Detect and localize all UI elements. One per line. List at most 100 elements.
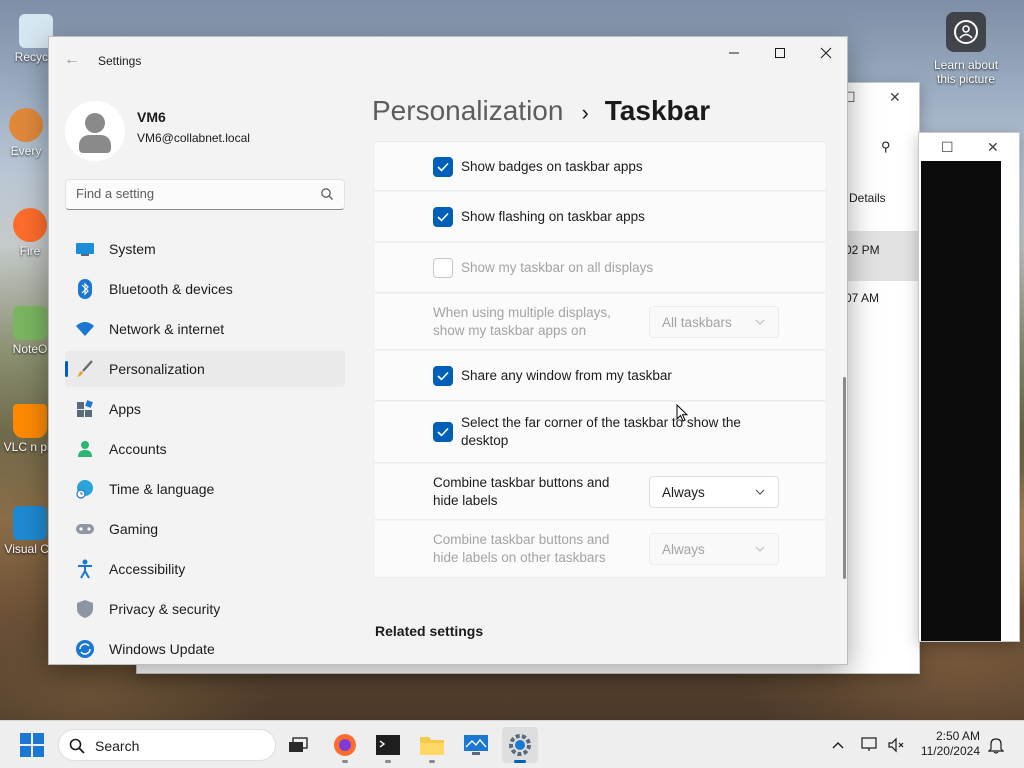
learn-about-picture[interactable]: Learn about this picture: [926, 12, 1006, 86]
checkbox-unchecked: [433, 258, 453, 278]
desktop-icon-label: Every: [10, 144, 42, 158]
related-settings-heading: Related settings: [375, 623, 484, 639]
running-indicator: [385, 760, 391, 763]
setting-row-combine: Combine taskbar buttons and hide labels …: [375, 464, 825, 520]
brush-icon: [75, 359, 95, 379]
file-explorer-icon: [420, 737, 444, 755]
checkmark-icon: [437, 371, 449, 381]
app-title: Settings: [98, 54, 142, 68]
setting-row-share-window[interactable]: Share any window from my taskbar: [375, 351, 825, 401]
setting-label: Show flashing on taskbar apps: [461, 209, 645, 224]
shield-icon: [75, 599, 95, 619]
setting-label-line1: Combine taskbar buttons and: [433, 475, 610, 490]
sidebar-item-personalization[interactable]: Personalization: [65, 351, 345, 387]
setting-row-badges[interactable]: Show badges on taskbar apps: [375, 141, 825, 191]
sidebar-item-label: Windows Update: [109, 641, 215, 657]
sidebar-item-accounts[interactable]: Accounts: [65, 431, 345, 467]
checkbox-checked[interactable]: [433, 157, 453, 177]
desktop-icon-label: NoteO: [12, 342, 48, 356]
details-label: Details: [849, 191, 886, 205]
wifi-icon: [75, 319, 95, 339]
setting-row-far-corner[interactable]: Select the far corner of the taskbar to …: [375, 402, 825, 463]
sidebar-item-label: Time & language: [109, 481, 215, 497]
sidebar-item-gaming[interactable]: Gaming: [65, 511, 345, 547]
taskbar-terminal[interactable]: [370, 727, 406, 763]
sidebar-item-time-language[interactable]: Time & language: [65, 471, 345, 507]
multi-display-dropdown: All taskbars: [649, 306, 779, 338]
combine-buttons-dropdown[interactable]: Always: [649, 476, 779, 508]
monitor-app-icon: [464, 735, 488, 755]
checkbox-checked[interactable]: [433, 422, 453, 442]
setting-label-line1: When using multiple displays,: [433, 305, 611, 320]
combine-other-dropdown: Always: [649, 533, 779, 565]
minimize-button[interactable]: [711, 37, 757, 69]
camera-icon: [946, 12, 986, 52]
setting-label-line2: desktop: [461, 433, 509, 448]
checkmark-icon: [437, 427, 449, 437]
breadcrumb-parent[interactable]: Personalization: [372, 95, 563, 127]
close-button[interactable]: [803, 37, 847, 69]
sidebar-item-label: Bluetooth & devices: [109, 281, 233, 297]
taskbar-task-view[interactable]: [280, 727, 316, 763]
chevron-up-icon: [832, 742, 844, 749]
search-input[interactable]: [76, 186, 306, 201]
breadcrumb: Personalization › Taskbar: [372, 95, 710, 131]
title-bar[interactable]: ← Settings: [49, 37, 847, 85]
taskbar-search[interactable]: Search: [58, 729, 276, 761]
search-icon: [321, 188, 333, 200]
taskbar-firefox[interactable]: [327, 727, 363, 763]
close-icon[interactable]: ✕: [889, 89, 901, 106]
search-icon[interactable]: ⚲: [881, 139, 891, 155]
clock-date: 11/20/2024: [920, 744, 980, 758]
monitor-icon: [75, 239, 95, 259]
sidebar-item-label: Network & internet: [109, 321, 225, 337]
terminal-content: [921, 161, 1001, 641]
setting-label: Show my taskbar on all displays: [461, 260, 654, 275]
checkbox-checked[interactable]: [433, 207, 453, 227]
checkmark-icon: [437, 162, 449, 172]
setting-label-line1: Select the far corner of the taskbar to …: [461, 415, 741, 430]
volume-muted-icon: [888, 737, 904, 753]
search-label: Search: [95, 738, 140, 754]
setting-row-flashing[interactable]: Show flashing on taskbar apps: [375, 192, 825, 242]
start-button[interactable]: [20, 733, 44, 757]
search-icon: [69, 738, 85, 754]
sidebar-item-accessibility[interactable]: Accessibility: [65, 551, 345, 587]
tray-overflow-button[interactable]: [828, 735, 848, 755]
setting-label: Show badges on taskbar apps: [461, 159, 643, 174]
user-profile[interactable]: VM6 VM6@collabnet.local: [65, 101, 345, 165]
taskbar-settings[interactable]: [502, 727, 538, 763]
find-setting-search[interactable]: [65, 179, 345, 210]
back-arrow-icon[interactable]: ←: [63, 51, 81, 69]
settings-window: ← Settings VM6 VM6@collabnet.local Syste…: [48, 36, 848, 665]
close-icon[interactable]: ✕: [987, 139, 999, 156]
sidebar-item-network[interactable]: Network & internet: [65, 311, 345, 347]
mouse-cursor-icon: [676, 404, 689, 422]
taskbar-monitor-app[interactable]: [458, 727, 494, 763]
notifications-button[interactable]: [986, 735, 1006, 755]
sidebar-item-bluetooth[interactable]: Bluetooth & devices: [65, 271, 345, 307]
file-time: 07 AM: [845, 291, 880, 305]
sidebar-item-privacy[interactable]: Privacy & security: [65, 591, 345, 627]
clock-time: 2:50 AM: [935, 729, 980, 743]
update-icon: [75, 639, 95, 659]
vscode-icon: [13, 506, 47, 540]
minimize-icon: [729, 52, 739, 54]
maximize-icon[interactable]: ☐: [941, 139, 954, 156]
terminal-window[interactable]: ☐ ✕: [918, 132, 1020, 642]
volume-status[interactable]: [886, 735, 906, 755]
dropdown-value: Always: [662, 542, 705, 557]
scrollbar[interactable]: [843, 377, 846, 579]
running-indicator: [429, 760, 435, 763]
sidebar-item-apps[interactable]: Apps: [65, 391, 345, 427]
vlc-icon: [13, 404, 47, 438]
checkbox-checked[interactable]: [433, 366, 453, 386]
network-status[interactable]: [860, 735, 880, 755]
taskbar-file-explorer[interactable]: [414, 727, 450, 763]
clock[interactable]: 2:50 AM 11/20/2024: [921, 729, 980, 759]
sidebar-item-windows-update[interactable]: Windows Update: [65, 631, 345, 664]
breadcrumb-separator: ›: [581, 100, 589, 125]
sidebar-item-system[interactable]: System: [65, 231, 345, 267]
details-button[interactable]: Details: [849, 191, 886, 205]
maximize-button[interactable]: [757, 37, 803, 69]
